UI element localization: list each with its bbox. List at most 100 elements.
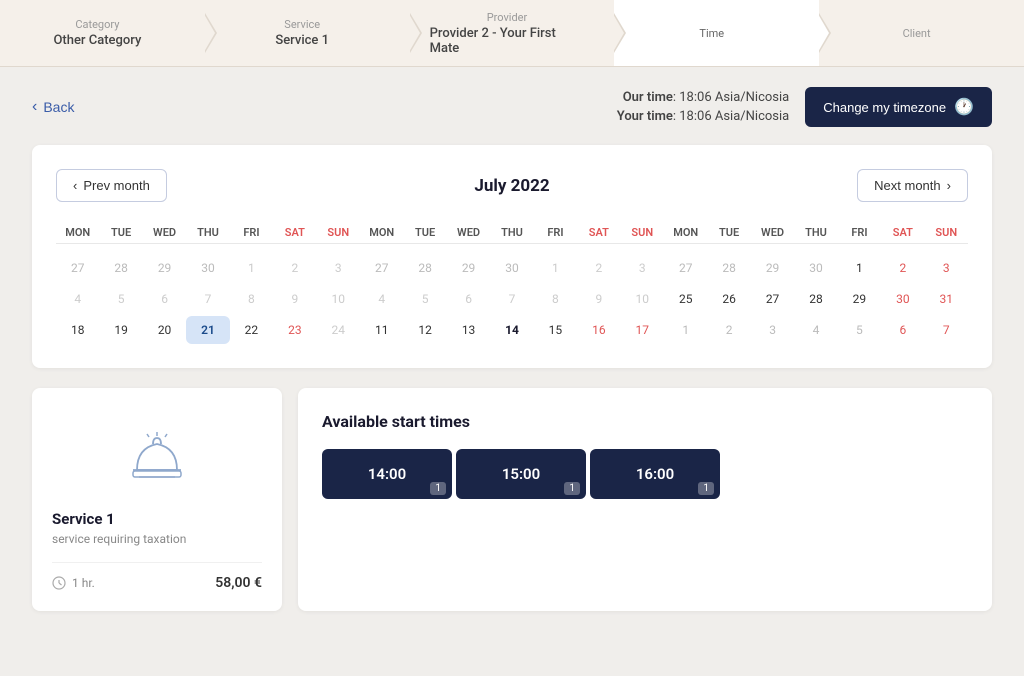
prev-month-button[interactable]: ‹ Prev month [56, 169, 167, 202]
next-month-label: Next month [874, 178, 940, 193]
breadcrumb-time[interactable]: Time [614, 0, 819, 66]
day-cell: 2 [273, 254, 316, 283]
day-cell: 9 [273, 285, 316, 314]
day-cell[interactable]: 25 [664, 285, 707, 314]
day-cell: 7 [925, 316, 968, 345]
time-slot-label: 14:00 [352, 465, 422, 483]
day-cell[interactable]: 28 [99, 254, 142, 283]
slot-badge: 1 [430, 482, 446, 495]
day-cell[interactable]: 13 [447, 316, 490, 345]
day-cell: 9 [577, 285, 620, 314]
day-cell[interactable]: 30 [881, 285, 924, 314]
day-cell[interactable]: 15 [534, 316, 577, 345]
sat-header: SAT [273, 222, 316, 243]
duration-value: 1 hr. [72, 576, 95, 590]
day-cell-today[interactable]: 14 [490, 316, 533, 345]
month-grid-2: MON TUE WED THU FRI SAT SUN 27 28 29 30 … [360, 222, 664, 344]
change-tz-label: Change my timezone [823, 100, 946, 115]
provider-label: Provider [487, 11, 528, 24]
breadcrumb-category[interactable]: Category Other Category [0, 0, 205, 66]
day-cell: 27 [360, 254, 403, 283]
day-cell[interactable]: 19 [99, 316, 142, 345]
day-cell[interactable]: 30 [186, 254, 229, 283]
time-slot-3[interactable]: 16:00 1 [590, 449, 720, 499]
breadcrumb-bar: Category Other Category Service Service … [0, 0, 1024, 67]
time-slot-2[interactable]: 15:00 1 [456, 449, 586, 499]
day-cell[interactable]: 23 [273, 316, 316, 345]
day-cell: 7 [490, 285, 533, 314]
day-cell[interactable]: 31 [925, 285, 968, 314]
timezone-info: Our time: 18:06 Asia/Nicosia Your time: … [617, 88, 790, 127]
day-cell: 2 [707, 316, 750, 345]
day-cell[interactable]: 16 [577, 316, 620, 345]
day-cell-selected[interactable]: 21 [186, 316, 229, 345]
day-cell[interactable]: 18 [56, 316, 99, 345]
day-cell[interactable]: 20 [143, 316, 186, 345]
our-time-label: Our time [623, 90, 673, 105]
back-arrow-icon: ‹ [32, 98, 37, 116]
day-cell: 28 [707, 254, 750, 283]
day-cell[interactable]: 26 [707, 285, 750, 314]
change-timezone-button[interactable]: Change my timezone 🕐 [805, 87, 992, 127]
day-cell: 3 [621, 254, 664, 283]
time-slot-label: 15:00 [486, 465, 556, 483]
service-meta: 1 hr. 58,00 € [52, 562, 262, 591]
category-label: Category [75, 18, 119, 31]
day-cell[interactable]: 3 [925, 254, 968, 283]
back-label: Back [43, 99, 74, 115]
service-duration: 1 hr. [52, 576, 95, 590]
day-cell: 24 [317, 316, 360, 345]
service-value: Service 1 [275, 33, 329, 48]
service-label: Service [284, 18, 320, 31]
day-cell: 6 [447, 285, 490, 314]
day-cell: 7 [186, 285, 229, 314]
main-content: ‹ Back Our time: 18:06 Asia/Nicosia Your… [12, 67, 1012, 631]
day-cell: 6 [143, 285, 186, 314]
your-time-value: 18:06 Asia/Nicosia [679, 109, 789, 124]
service-price: 58,00 € [215, 575, 262, 591]
month-grid-3: MON TUE WED THU FRI SAT SUN 27 28 29 30 … [664, 222, 968, 344]
next-arrow-icon: › [947, 178, 951, 193]
time-slots-container: 14:00 1 15:00 1 16:00 1 [322, 449, 968, 499]
day-cell[interactable]: 22 [230, 316, 273, 345]
day-cell: 30 [794, 254, 837, 283]
provider-value: Provider 2 - Your First Mate [430, 26, 585, 56]
calendar-months: MON TUE WED THU FRI SAT SUN 27 28 29 30 … [56, 222, 968, 344]
day-cell: 4 [360, 285, 403, 314]
day-cell[interactable]: 27 [751, 285, 794, 314]
prev-month-label: Prev month [83, 178, 149, 193]
day-cell[interactable]: 17 [621, 316, 664, 345]
service-bell-icon [117, 428, 197, 488]
breadcrumb-client[interactable]: Client [819, 0, 1024, 66]
day-cell[interactable]: 29 [143, 254, 186, 283]
sun-header: SUN [925, 222, 968, 243]
day-cell: 30 [490, 254, 533, 283]
day-cell[interactable]: 12 [403, 316, 446, 345]
prev-arrow-icon: ‹ [73, 178, 77, 193]
tue-header: TUE [707, 222, 750, 243]
day-cell[interactable]: 11 [360, 316, 403, 345]
day-cell[interactable]: 2 [881, 254, 924, 283]
fri-header: FRI [230, 222, 273, 243]
back-button[interactable]: ‹ Back [32, 98, 74, 116]
day-cell[interactable]: 28 [794, 285, 837, 314]
day-cell[interactable]: 1 [838, 254, 881, 283]
next-month-button[interactable]: Next month › [857, 169, 968, 202]
bottom-section: Service 1 service requiring taxation 1 h… [32, 388, 992, 611]
time-label: Time [699, 27, 724, 40]
breadcrumb-provider[interactable]: Provider Provider 2 - Your First Mate [410, 0, 615, 66]
day-headers-1: MON TUE WED THU FRI SAT SUN [56, 222, 360, 250]
thu-header: THU [490, 222, 533, 243]
time-slot-label: 16:00 [620, 465, 690, 483]
calendar-card: ‹ Prev month July 2022 Next month › MON … [32, 145, 992, 368]
wed-header: WED [143, 222, 186, 243]
day-cell: 10 [317, 285, 360, 314]
day-cell: 3 [317, 254, 360, 283]
day-cell: 27 [664, 254, 707, 283]
day-cell[interactable]: 29 [838, 285, 881, 314]
day-cell[interactable]: 27 [56, 254, 99, 283]
time-slot-1[interactable]: 14:00 1 [322, 449, 452, 499]
our-time-value: 18:06 Asia/Nicosia [679, 90, 789, 105]
breadcrumb-service[interactable]: Service Service 1 [205, 0, 410, 66]
tue-header: TUE [99, 222, 142, 243]
